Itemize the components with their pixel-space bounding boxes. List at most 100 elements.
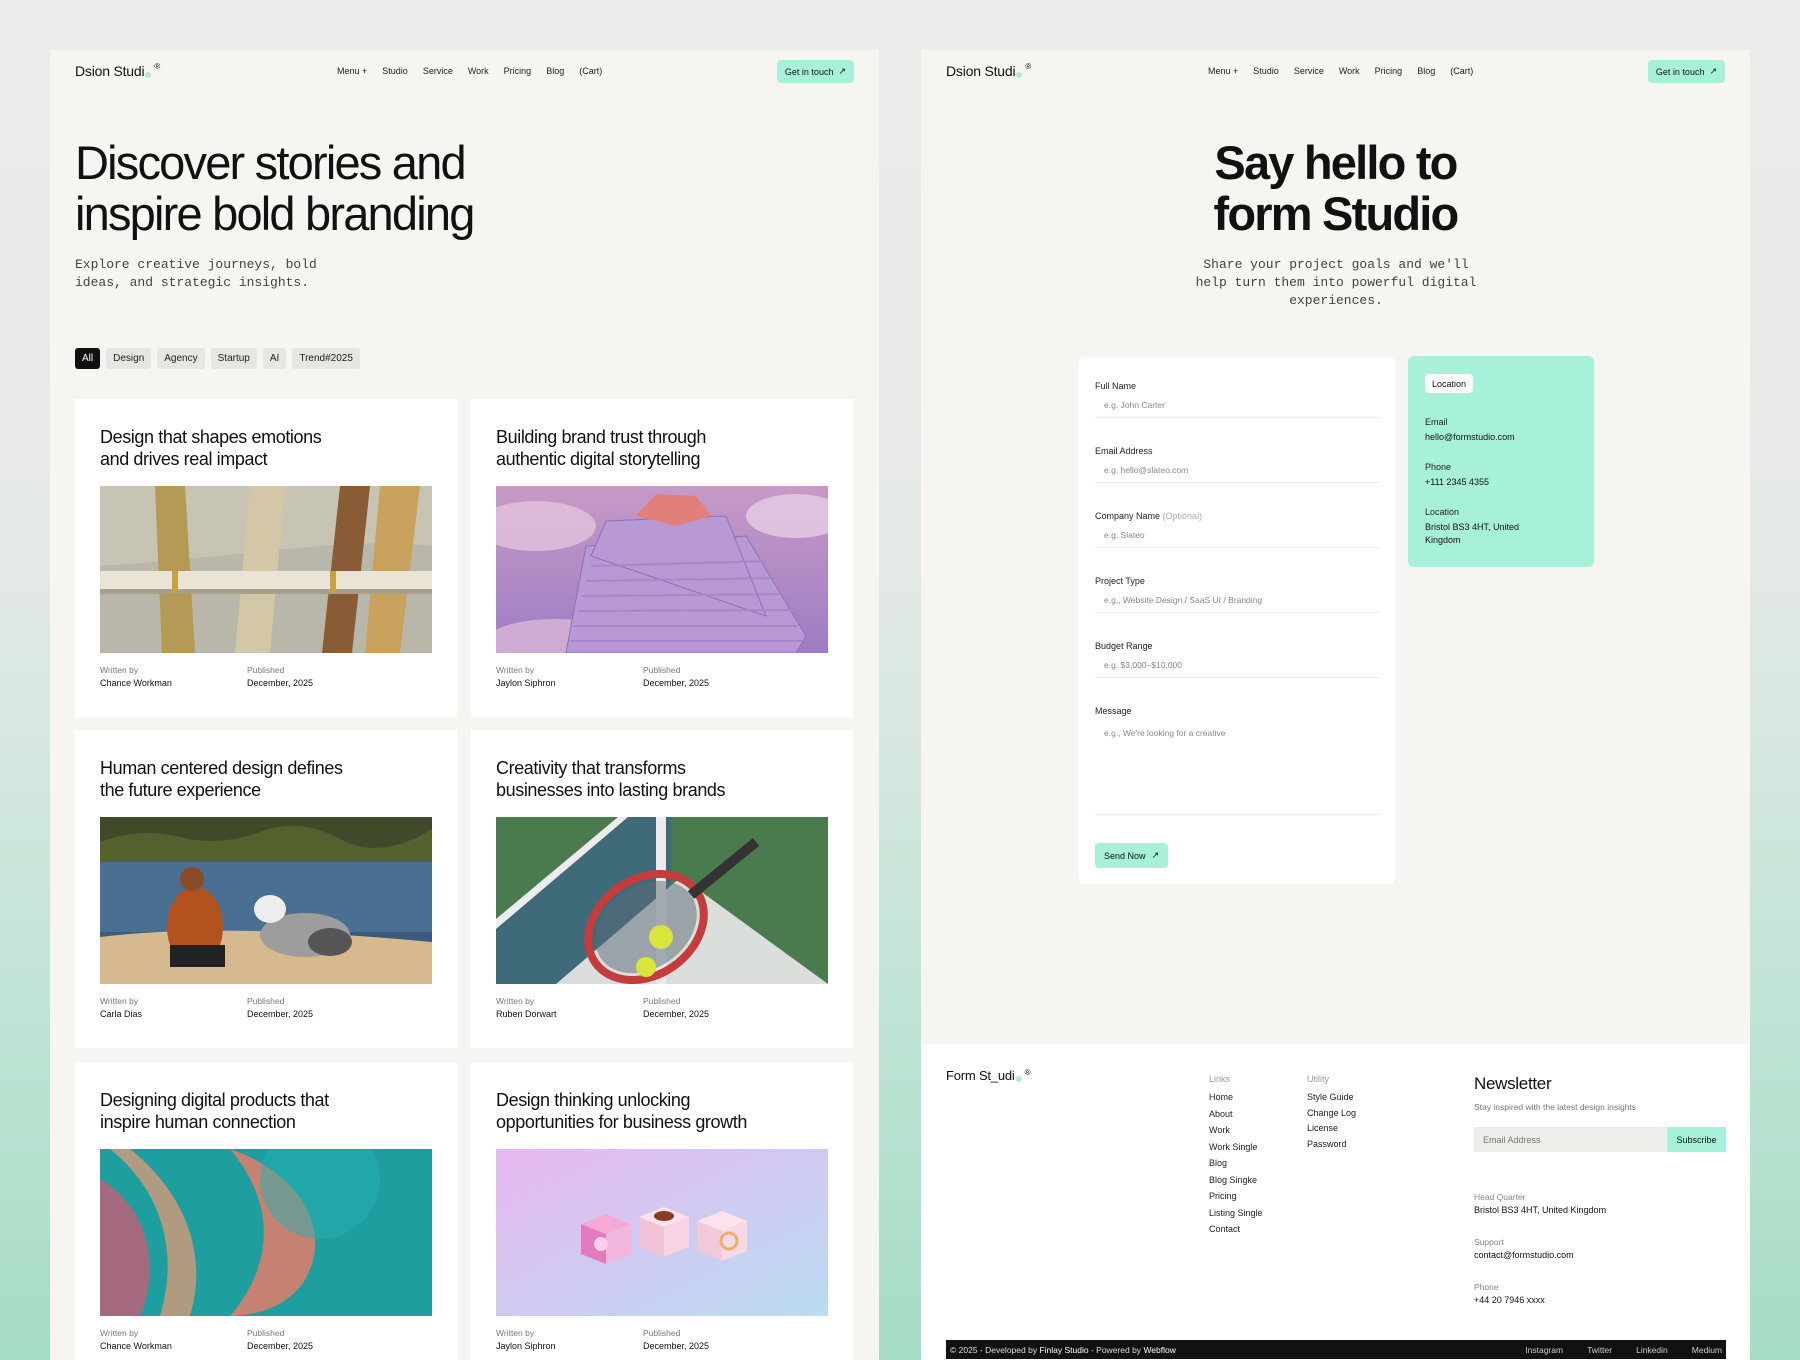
subscribe-button[interactable]: Subscribe [1667, 1127, 1726, 1152]
footer-link-pricing[interactable]: Pricing [1209, 1191, 1263, 1208]
blog-card[interactable]: Design that shapes emotions and drives re… [75, 399, 457, 717]
filter-startup[interactable]: Startup [210, 348, 257, 369]
logo-dot-icon [1015, 1076, 1022, 1082]
page-subtitle: Explore creative journeys, bold ideas, a… [75, 257, 317, 290]
footer-logo[interactable]: Form St_udi ® [946, 1068, 1031, 1083]
logo[interactable]: Dsion Studi ® [75, 62, 160, 79]
card-title: Design that shapes emotions and drives re… [100, 427, 322, 469]
footer-link-style-guide[interactable]: Style Guide [1307, 1092, 1356, 1108]
send-now-button[interactable]: Send Now ↗ [1095, 843, 1169, 868]
get-in-touch-button[interactable]: Get in touch ↗ [1647, 60, 1725, 83]
card-author: Carla Dias [100, 1009, 143, 1019]
contact-email-link[interactable]: hello@formstudio.com [1425, 431, 1545, 444]
nav-link-service[interactable]: Service [1294, 66, 1324, 76]
email-input[interactable] [1095, 457, 1379, 483]
footer-link-license[interactable]: License [1307, 1123, 1356, 1139]
project-type-input[interactable] [1095, 587, 1379, 613]
filter-design[interactable]: Design [106, 348, 152, 369]
card-title: Building brand trust through authentic di… [496, 427, 706, 469]
blog-card[interactable]: Designing digital products that inspire h… [75, 1062, 457, 1360]
card-author: Ruben Dorwart [496, 1009, 557, 1019]
arrow-up-right-icon: ↗ [838, 66, 846, 76]
social-linkedin[interactable]: Linkedin [1636, 1345, 1668, 1355]
card-image-purple-steps [496, 486, 828, 653]
footer-link-blog-single[interactable]: Blog Singke [1209, 1175, 1263, 1192]
company-input[interactable] [1095, 522, 1379, 548]
newsletter-email-input[interactable] [1474, 1127, 1667, 1152]
blog-card[interactable]: Human centered design defines the future … [75, 730, 457, 1048]
footer-link-change-log[interactable]: Change Log [1307, 1108, 1356, 1124]
full-name-input[interactable] [1095, 392, 1379, 418]
nav-link-cart[interactable]: (Cart) [579, 66, 602, 76]
card-title: Creativity that transforms businesses int… [496, 758, 726, 800]
arrow-up-right-icon: ↗ [1709, 66, 1717, 76]
footer-bottom-bar: © 2025 - Developed by Finlay Studio - Po… [946, 1340, 1726, 1359]
blog-page: Dsion Studi ® Menu + Studio Service Work … [50, 50, 879, 1360]
footer-link-home[interactable]: Home [1209, 1092, 1263, 1109]
card-author: Jaylon Siphron [496, 678, 556, 688]
top-nav: Dsion Studi ® Menu + Studio Service Work … [50, 50, 879, 142]
newsletter-title: Newsletter [1474, 1074, 1552, 1093]
footer-hq: Bristol BS3 4HT, United Kingdom [1474, 1205, 1607, 1215]
page-subtitle: Share your project goals and we'll help … [1195, 257, 1477, 308]
message-textarea[interactable] [1095, 720, 1379, 815]
card-image-3d-cubes [496, 1149, 828, 1316]
nav-link-service[interactable]: Service [423, 66, 453, 76]
footer-link-listing-single[interactable]: Listing Single [1209, 1208, 1263, 1225]
footer-support-email[interactable]: contact@formstudio.com [1474, 1250, 1574, 1260]
footer-phone: +44 20 7946 xxxx [1474, 1295, 1545, 1305]
nav-menu-toggle[interactable]: Menu + [337, 66, 367, 76]
blog-card[interactable]: Creativity that transforms businesses int… [471, 730, 853, 1048]
social-instagram[interactable]: Instagram [1525, 1345, 1563, 1355]
footer-link-contact[interactable]: Contact [1209, 1224, 1263, 1241]
card-author: Jaylon Siphron [496, 1341, 556, 1351]
nav-link-studio[interactable]: Studio [382, 66, 408, 76]
footer-link-work[interactable]: Work [1209, 1125, 1263, 1142]
card-date: December, 2025 [247, 678, 314, 688]
developer-link[interactable]: Finlay Studio [1039, 1345, 1088, 1355]
nav-link-pricing[interactable]: Pricing [504, 66, 532, 76]
footer-link-blog[interactable]: Blog [1209, 1158, 1263, 1175]
footer-link-work-single[interactable]: Work Single [1209, 1142, 1263, 1159]
social-twitter[interactable]: Twitter [1587, 1345, 1612, 1355]
card-image-tennis-racket [496, 817, 828, 984]
filter-all[interactable]: All [75, 348, 101, 369]
nav-link-blog[interactable]: Blog [1417, 66, 1435, 76]
category-filters: All Design Agency Startup AI Trend#2025 [75, 348, 360, 369]
nav-link-cart[interactable]: (Cart) [1450, 66, 1473, 76]
card-date: December, 2025 [247, 1009, 314, 1019]
card-title: Designing digital products that inspire h… [100, 1090, 329, 1132]
filter-trend-2025[interactable]: Trend#2025 [292, 348, 360, 369]
card-title: Human centered design defines the future … [100, 758, 343, 800]
logo[interactable]: Dsion Studi ® [946, 62, 1031, 79]
budget-range-input[interactable] [1095, 652, 1379, 678]
footer-link-about[interactable]: About [1209, 1109, 1263, 1126]
contact-form: Full Name Email Address Company Name (Op… [1079, 357, 1395, 884]
nav-menu-toggle[interactable]: Menu + [1208, 66, 1238, 76]
nav-link-studio[interactable]: Studio [1253, 66, 1279, 76]
arrow-up-right-icon: ↗ [1151, 850, 1160, 860]
contact-phone: +111 2345 4355 [1425, 477, 1489, 487]
logo-dot-icon [1016, 72, 1023, 78]
blog-card[interactable]: Design thinking unlocking opportunities f… [471, 1062, 853, 1360]
newsletter-form: Subscribe [1474, 1127, 1726, 1152]
nav-link-work[interactable]: Work [468, 66, 489, 76]
logo-dot-icon [145, 72, 152, 78]
card-author: Chance Workman [100, 678, 172, 688]
filter-ai[interactable]: AI [262, 348, 287, 369]
social-medium[interactable]: Medium [1692, 1345, 1722, 1355]
site-footer: Form St_udi ® Links Home About Work Work … [921, 1044, 1750, 1360]
footer-utility: Utility Style Guide Change Log License P… [1307, 1074, 1356, 1154]
contact-page: Dsion Studi ® Menu + Studio Service Work … [921, 50, 1750, 1360]
contact-address: Bristol BS3 4HT, United Kingdom [1425, 522, 1520, 545]
card-date: December, 2025 [643, 1009, 710, 1019]
filter-agency[interactable]: Agency [157, 348, 205, 369]
nav-link-pricing[interactable]: Pricing [1375, 66, 1403, 76]
webflow-link[interactable]: Webflow [1143, 1345, 1175, 1355]
nav-link-blog[interactable]: Blog [546, 66, 564, 76]
social-links: Instagram Twitter Linkedin Medium [1525, 1345, 1722, 1355]
get-in-touch-button[interactable]: Get in touch ↗ [776, 60, 854, 83]
nav-link-work[interactable]: Work [1339, 66, 1360, 76]
footer-link-password[interactable]: Password [1307, 1139, 1356, 1155]
blog-card[interactable]: Building brand trust through authentic di… [471, 399, 853, 717]
